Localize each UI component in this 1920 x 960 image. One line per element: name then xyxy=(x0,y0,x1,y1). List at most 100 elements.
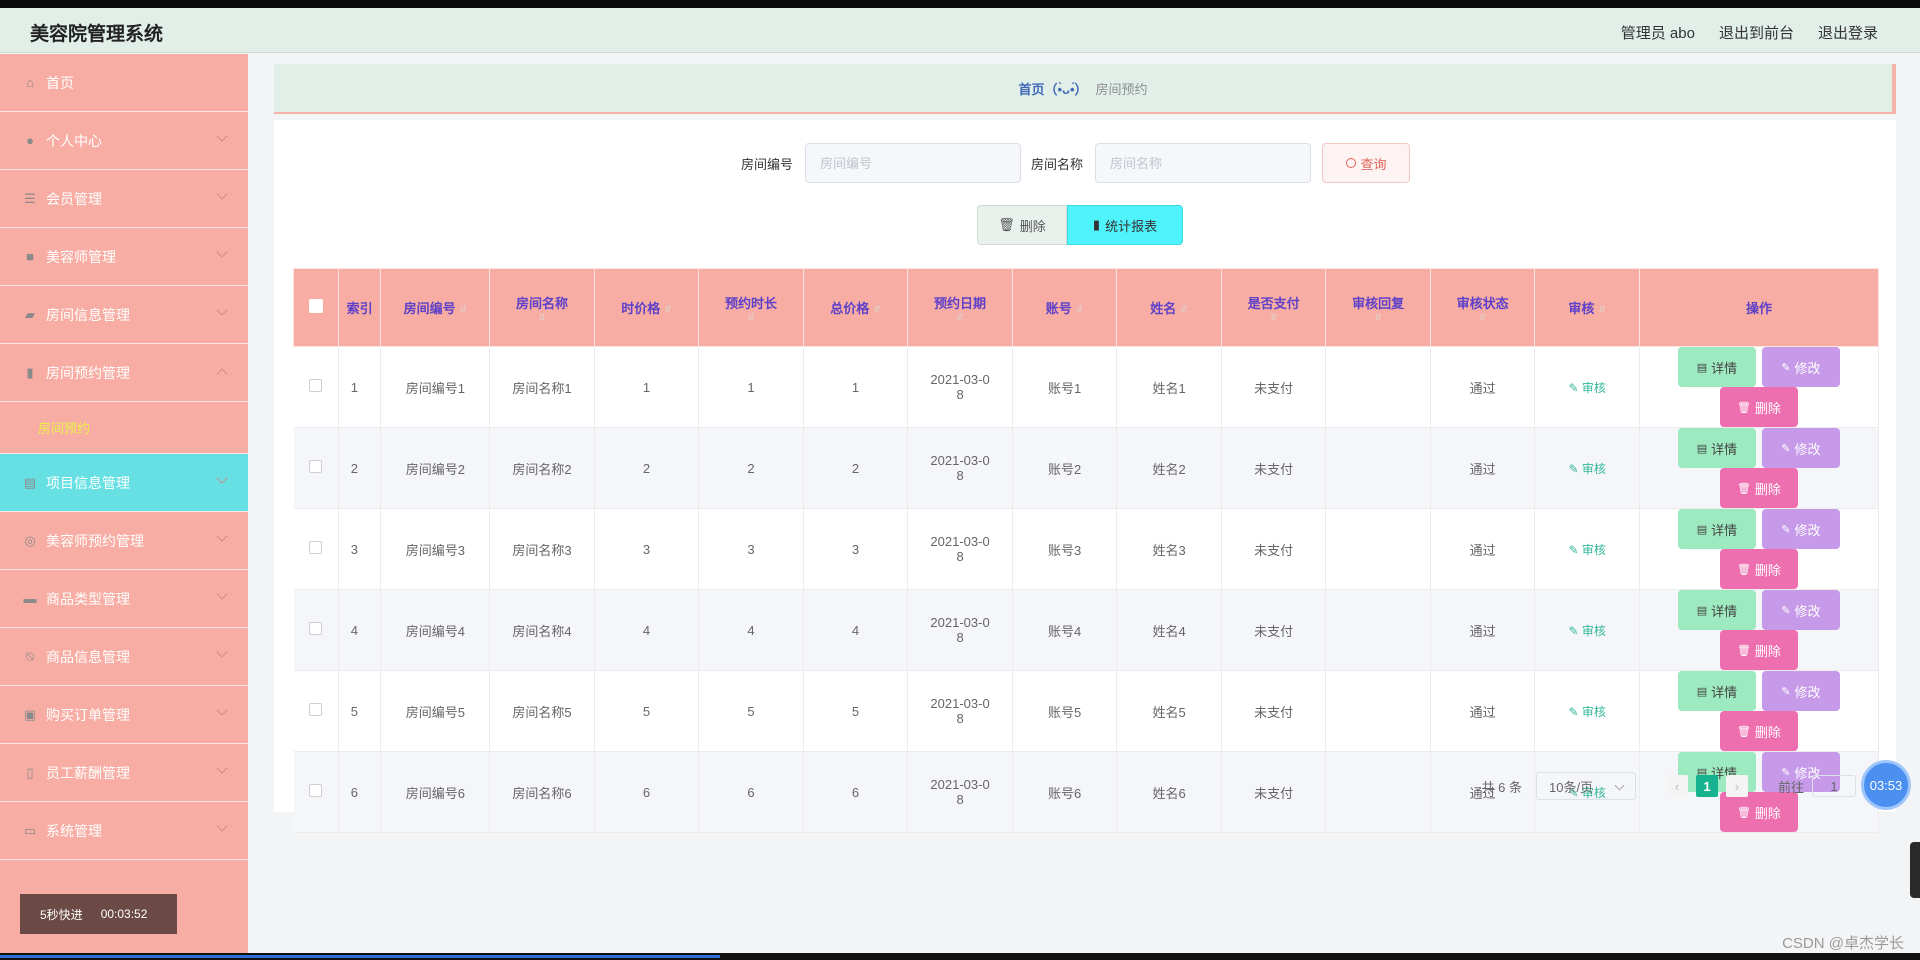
chevron-down-icon xyxy=(216,188,228,200)
row-checkbox[interactable] xyxy=(309,622,323,635)
col-room-no[interactable]: 房间编号 ⇵ xyxy=(380,268,491,347)
sidebar-item-profile[interactable]: ● 个人中心 xyxy=(0,112,248,170)
page-size-select[interactable]: 10条/页 xyxy=(1535,772,1636,800)
sort-icon[interactable]: ⇵ xyxy=(1076,304,1084,315)
detail-button[interactable]: ▤ 详情 xyxy=(1677,347,1756,387)
sidebar-item-room-booking[interactable]: ▮ 房间预约管理 xyxy=(0,344,248,402)
select-all-checkbox[interactable] xyxy=(308,299,323,313)
sort-icon[interactable]: ⇵ xyxy=(908,312,1012,323)
edit-button[interactable]: ✎ 修改 xyxy=(1761,590,1840,630)
sort-icon[interactable]: ⇵ xyxy=(1222,312,1326,323)
col-price[interactable]: 时价格 ⇵ xyxy=(593,268,700,347)
statistics-report-button[interactable]: ▮ 统计报表 xyxy=(1067,205,1183,245)
chevron-down-icon xyxy=(216,762,228,774)
sort-icon[interactable]: ⇵ xyxy=(490,312,594,323)
sidebar-item-system[interactable]: ▭ 系统管理 xyxy=(0,802,248,860)
submenu-room-booking[interactable]: 房间预约 xyxy=(0,402,248,454)
sidebar-item-goods[interactable]: ⍉ 商品信息管理 xyxy=(0,628,248,686)
row-checkbox[interactable] xyxy=(309,460,323,473)
sort-icon[interactable]: ⇵ xyxy=(664,304,672,315)
col-duration[interactable]: 预约时长 ⇵ xyxy=(698,268,804,347)
sort-icon[interactable]: ⇵ xyxy=(1180,304,1188,315)
sort-icon[interactable]: ⇵ xyxy=(873,304,881,315)
row-select-cell[interactable] xyxy=(293,508,339,590)
side-scroll-tab[interactable] xyxy=(1910,842,1920,898)
cell-reply xyxy=(1325,346,1431,428)
row-select-cell[interactable] xyxy=(293,751,339,833)
detail-button[interactable]: ▤ 详情 xyxy=(1677,509,1756,549)
sidebar-item-projects[interactable]: ▤ 项目信息管理 xyxy=(0,454,248,512)
document-icon: ▤ xyxy=(1696,361,1708,374)
next-page-button[interactable]: › xyxy=(1725,775,1748,797)
row-select-cell[interactable] xyxy=(293,427,339,509)
admin-user[interactable]: 管理员 abo xyxy=(1621,22,1695,43)
edit-icon: ✎ xyxy=(1781,361,1791,374)
row-checkbox[interactable] xyxy=(309,784,323,797)
date-line-2: 8 xyxy=(956,549,964,564)
logout-link[interactable]: 退出登录 xyxy=(1818,22,1878,43)
timer-badge[interactable]: 03:53 xyxy=(1861,760,1911,810)
row-select-cell[interactable] xyxy=(293,346,339,428)
col-audit[interactable]: 审核 ⇵ xyxy=(1534,268,1640,347)
audit-link[interactable]: ✎ 审核 xyxy=(1568,462,1605,476)
sidebar-item-orders[interactable]: ▣ 购买订单管理 xyxy=(0,686,248,744)
delete-button[interactable]: 🗑 删除 xyxy=(1719,387,1798,427)
back-to-front-link[interactable]: 退出到前台 xyxy=(1719,22,1794,43)
col-room-name[interactable]: 房间名称 ⇵ xyxy=(489,268,595,347)
room-no-input[interactable] xyxy=(805,143,1022,183)
query-button[interactable]: 查询 xyxy=(1322,143,1411,183)
edit-button[interactable]: ✎ 修改 xyxy=(1761,428,1840,468)
col-account[interactable]: 账号 ⇵ xyxy=(1011,268,1118,347)
prev-page-button[interactable]: ‹ xyxy=(1665,775,1688,797)
trash-icon: 🗑 xyxy=(1736,725,1751,738)
breadcrumb-home[interactable]: 首页（•̀ᴗ•́） xyxy=(1018,79,1087,98)
edit-button[interactable]: ✎ 修改 xyxy=(1761,671,1840,711)
select-all-cell[interactable] xyxy=(293,268,339,347)
row-checkbox[interactable] xyxy=(309,541,323,554)
sidebar-item-goods-types[interactable]: ▬ 商品类型管理 xyxy=(0,570,248,628)
sort-icon[interactable]: ⇵ xyxy=(699,312,803,323)
detail-button[interactable]: ▤ 详情 xyxy=(1677,671,1756,711)
col-date[interactable]: 预约日期 ⇵ xyxy=(907,268,1013,347)
detail-button[interactable]: ▤ 详情 xyxy=(1677,590,1756,630)
sort-icon[interactable]: ⇵ xyxy=(460,304,468,315)
sidebar-item-label: 项目信息管理 xyxy=(46,474,130,491)
sidebar-item-beautician-booking[interactable]: ◎ 美容师预约管理 xyxy=(0,512,248,570)
room-name-input[interactable] xyxy=(1095,143,1312,183)
row-select-cell[interactable] xyxy=(293,589,339,671)
row-select-cell[interactable] xyxy=(293,670,339,752)
sidebar-item-home[interactable]: ⌂ 首页 xyxy=(0,54,248,112)
sidebar-item-beauticians[interactable]: ■ 美容师管理 xyxy=(0,228,248,286)
col-paid[interactable]: 是否支付 ⇵ xyxy=(1220,268,1327,347)
delete-button[interactable]: 🗑 删除 xyxy=(1719,549,1798,589)
delete-button[interactable]: 🗑 删除 xyxy=(1719,468,1798,508)
audit-link[interactable]: ✎ 审核 xyxy=(1568,705,1605,719)
detail-button[interactable]: ▤ 详情 xyxy=(1677,428,1756,468)
video-progress-bar[interactable] xyxy=(0,953,1920,960)
row-checkbox[interactable] xyxy=(309,379,323,392)
fast-forward-button[interactable]: 5秒快进 00:03:52 xyxy=(20,894,177,934)
sort-icon[interactable]: ⇵ xyxy=(1598,304,1606,315)
page-1-button[interactable]: 1 xyxy=(1695,775,1718,797)
col-total[interactable]: 总价格 ⇵ xyxy=(802,268,909,347)
row-checkbox[interactable] xyxy=(309,703,323,716)
cell-room-name: 房间名称1 xyxy=(489,346,595,428)
col-status[interactable]: 审核状态 ⇵ xyxy=(1429,268,1536,347)
edit-button[interactable]: ✎ 修改 xyxy=(1761,347,1840,387)
sidebar-item-salary[interactable]: ▯ 员工薪酬管理 xyxy=(0,744,248,802)
sort-icon[interactable]: ⇵ xyxy=(1326,312,1430,323)
delete-button[interactable]: 🗑 删除 xyxy=(1719,630,1798,670)
audit-link[interactable]: ✎ 审核 xyxy=(1568,624,1605,638)
sidebar-item-members[interactable]: ☰ 会员管理 xyxy=(0,170,248,228)
edit-button[interactable]: ✎ 修改 xyxy=(1761,509,1840,549)
delete-button[interactable]: 🗑 删除 xyxy=(1719,711,1798,751)
goto-page-input[interactable]: 1 xyxy=(1812,775,1856,797)
audit-link[interactable]: ✎ 审核 xyxy=(1568,543,1605,557)
user-icon: ● xyxy=(26,133,34,148)
batch-delete-button[interactable]: 🗑 删除 xyxy=(977,205,1067,245)
sidebar-item-rooms[interactable]: ▰ 房间信息管理 xyxy=(0,286,248,344)
audit-link[interactable]: ✎ 审核 xyxy=(1568,381,1605,395)
sort-icon[interactable]: ⇵ xyxy=(1431,312,1535,323)
col-reply[interactable]: 审核回复 ⇵ xyxy=(1325,268,1431,347)
col-person[interactable]: 姓名 ⇵ xyxy=(1116,268,1222,347)
